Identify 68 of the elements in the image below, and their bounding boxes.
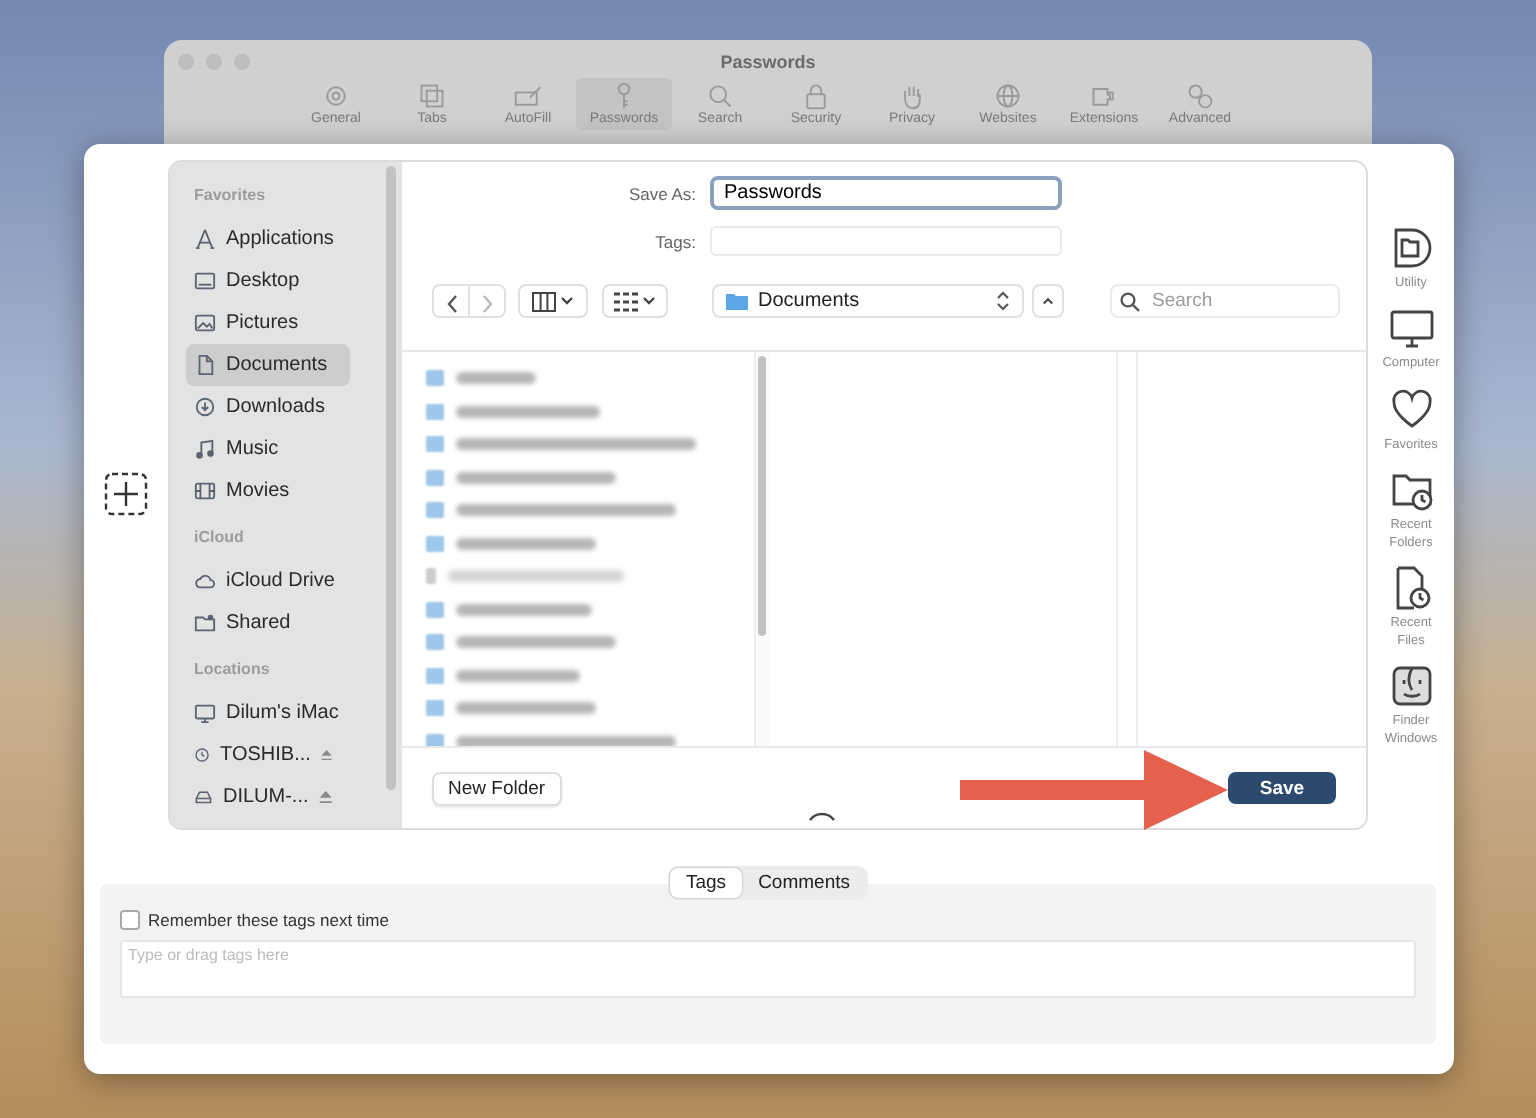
apps-icon	[194, 228, 216, 250]
sidebar-item[interactable]: Applications	[186, 218, 350, 260]
sidebar-item[interactable]: TOSHIB...	[186, 734, 350, 776]
sidebar-heading: Favorites	[194, 186, 266, 204]
sidebar-heading: iCloud	[194, 528, 244, 546]
hand-icon	[898, 82, 926, 110]
caret-icon	[560, 296, 574, 306]
card-pen-icon	[514, 82, 542, 110]
lock-icon	[802, 82, 830, 110]
up-down-chevron-icon	[996, 290, 1010, 312]
sidebar-item[interactable]: Movies	[186, 470, 350, 512]
tags-input-field[interactable]: Type or drag tags here	[120, 940, 1416, 998]
column-view-button[interactable]	[518, 284, 588, 318]
enclosing-folder-button[interactable]	[1032, 284, 1064, 318]
sidebar-item[interactable]: Music	[186, 428, 350, 470]
new-folder-button[interactable]: New Folder	[432, 771, 562, 805]
tabs-icon	[418, 82, 446, 110]
image-icon	[194, 312, 216, 334]
chevron-up-icon	[1042, 296, 1054, 306]
shared-folder-icon	[194, 612, 216, 634]
download-icon	[194, 396, 216, 418]
checkbox[interactable]	[120, 910, 140, 930]
chevron-left-icon	[445, 293, 457, 313]
monitor-icon	[194, 702, 216, 724]
add-icon[interactable]	[104, 472, 148, 516]
sidebar-heading: Locations	[194, 660, 270, 678]
caret-icon	[642, 296, 656, 306]
gear-icon	[322, 82, 350, 110]
save-button[interactable]: Save	[1228, 772, 1336, 804]
film-icon	[194, 480, 216, 502]
search-field[interactable]: Search	[1110, 284, 1340, 318]
tab[interactable]: Comments	[742, 868, 866, 898]
checkbox-label: Remember these tags next time	[148, 910, 389, 930]
search-icon	[706, 82, 734, 110]
folder-icon	[726, 291, 748, 311]
sidebar-item[interactable]: Desktop	[186, 260, 350, 302]
field-label: Save As:	[628, 183, 696, 203]
eject-icon[interactable]	[318, 788, 334, 806]
sidebar-item[interactable]: DILUM-...	[186, 776, 350, 818]
location-popup[interactable]: Documents	[712, 284, 1024, 318]
sidebar-item[interactable]: Documents	[186, 344, 350, 386]
cloud-icon	[194, 570, 216, 592]
eject-icon[interactable]	[320, 746, 334, 764]
globe-icon	[994, 82, 1022, 110]
sidebar-item[interactable]: Dilum's iMac	[186, 692, 350, 734]
field-label: Tags:	[655, 231, 696, 251]
document-icon	[194, 354, 216, 376]
grid-icon	[614, 291, 638, 311]
music-note-icon	[194, 438, 216, 460]
columns-icon	[532, 291, 556, 311]
finder-icon[interactable]	[1387, 662, 1435, 711]
gears-icon	[1186, 82, 1214, 110]
puzzle-icon	[1090, 82, 1118, 110]
window-title: Passwords	[720, 50, 816, 72]
sidebar-item[interactable]: iCloud Drive	[186, 560, 350, 602]
sidebar-item[interactable]: Shared	[186, 602, 350, 644]
clock-icon	[194, 744, 211, 766]
chevron-right-icon	[481, 293, 493, 313]
desktop-icon	[194, 270, 216, 292]
chevron-up-icon[interactable]	[808, 810, 836, 822]
save-as-field[interactable]: Passwords	[710, 176, 1062, 210]
scrollbar-thumb[interactable]	[758, 356, 766, 636]
sidebar-item[interactable]: Downloads	[186, 386, 350, 428]
search-icon	[1120, 292, 1140, 312]
tab[interactable]: Tags	[669, 868, 743, 898]
group-button[interactable]	[602, 284, 668, 318]
drive-icon	[194, 786, 213, 808]
sidebar-item[interactable]: Pictures	[186, 302, 350, 344]
